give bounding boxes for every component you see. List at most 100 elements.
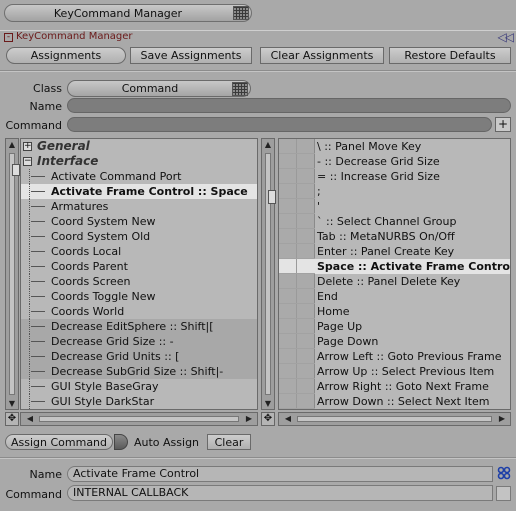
scroll-left-icon[interactable]: ◀ (24, 414, 36, 423)
scroll-up-icon[interactable]: ▲ (262, 140, 274, 149)
clear-button[interactable]: Clear (207, 434, 251, 450)
list-item[interactable]: GUI Style BaseGray (21, 379, 257, 394)
list-item-label: Activate Command Port (51, 170, 182, 183)
key-list-scrollbar[interactable]: ▲ ▼ (261, 138, 276, 410)
key-label: Page Down (317, 335, 379, 348)
tree-line (29, 169, 30, 184)
name-field[interactable] (67, 98, 511, 113)
list-item[interactable]: Decrease SubGrid Size :: Shift|- (21, 364, 257, 379)
key-label: ; (317, 185, 321, 198)
key-row[interactable]: Page Up (279, 319, 510, 334)
hscroll-track[interactable] (297, 416, 492, 422)
list-item-label: Activate Frame Control :: Space (51, 185, 248, 198)
key-cell (279, 334, 315, 349)
double-arrow-icon[interactable]: ◁◁ (498, 30, 515, 44)
list-item[interactable]: Coord System Old (21, 229, 257, 244)
scroll-down-icon[interactable]: ▼ (6, 399, 18, 408)
bottom-command-field[interactable]: INTERNAL CALLBACK (67, 485, 493, 501)
command-list-hscrollbar[interactable]: ◀ ▶ (20, 412, 258, 426)
command-list[interactable]: + General − Interface Activate Command Port A… (20, 138, 258, 410)
list-item-label: Coords Toggle New (51, 290, 156, 303)
clear-assignments-button[interactable]: Clear Assignments (260, 47, 384, 64)
scroll-track[interactable] (265, 153, 276, 395)
key-row[interactable]: = :: Increase Grid Size (279, 169, 510, 184)
list-item[interactable]: GUI Style DarkStar (21, 394, 257, 409)
tree-group[interactable]: + General (21, 139, 257, 154)
grid-icon[interactable] (232, 82, 248, 96)
key-label: - :: Decrease Grid Size (317, 155, 440, 168)
tree-line (29, 229, 30, 244)
scroll-down-icon[interactable]: ▼ (262, 399, 274, 408)
key-row[interactable]: Arrow Down :: Select Next Item (279, 394, 510, 409)
bottom-command-value: INTERNAL CALLBACK (73, 486, 189, 499)
key-row[interactable]: Space :: Activate Frame Control (279, 259, 510, 274)
scroll-right-icon[interactable]: ▶ (243, 414, 255, 423)
collapse-icon[interactable]: − (23, 157, 32, 166)
scroll-track[interactable] (9, 153, 20, 395)
key-row[interactable]: Tab :: MetaNURBS On/Off (279, 229, 510, 244)
move-icon[interactable]: ✥ (261, 412, 275, 426)
key-row[interactable]: ' (279, 199, 510, 214)
add-button[interactable]: + (495, 117, 511, 132)
command-browse-button[interactable] (496, 486, 511, 501)
scroll-thumb[interactable] (268, 190, 276, 204)
command-field[interactable] (67, 117, 492, 132)
scroll-thumb[interactable] (12, 164, 20, 176)
key-row[interactable]: \ :: Panel Move Key (279, 139, 510, 154)
list-item[interactable]: Activate Frame Control :: Space (21, 184, 257, 199)
assignments-button[interactable]: Assignments (6, 47, 126, 64)
command-list-scrollbar[interactable]: ▲ ▼ (5, 138, 20, 410)
tree-line (29, 184, 30, 199)
tree-group[interactable]: − Interface (21, 154, 257, 169)
list-item[interactable]: Coord System New (21, 214, 257, 229)
key-cell (279, 319, 315, 334)
list-item[interactable]: Decrease Grid Units :: [ (21, 349, 257, 364)
key-row[interactable]: Arrow Up :: Select Previous Item (279, 364, 510, 379)
hscroll-track[interactable] (39, 416, 239, 422)
save-assignments-button[interactable]: Save Assignments (130, 47, 252, 64)
restore-defaults-button[interactable]: Restore Defaults (389, 47, 511, 64)
command-label: Command (5, 119, 62, 132)
assign-command-button[interactable]: Assign Command (5, 434, 113, 450)
tree-branch (31, 401, 45, 402)
grid-icon[interactable] (233, 6, 249, 20)
key-row[interactable]: Enter :: Panel Create Key (279, 244, 510, 259)
list-item[interactable]: Coords Toggle New (21, 289, 257, 304)
list-item[interactable]: Coords World (21, 304, 257, 319)
auto-assign-toggle[interactable] (114, 434, 128, 450)
auto-assign-label: Auto Assign (134, 436, 200, 449)
bottom-name-value: Activate Frame Control (73, 467, 200, 480)
tree-line (29, 394, 30, 409)
tree-branch (31, 371, 45, 372)
key-list-hscrollbar[interactable]: ◀ ▶ (278, 412, 511, 426)
key-row[interactable]: Page Down (279, 334, 510, 349)
key-row[interactable]: - :: Decrease Grid Size (279, 154, 510, 169)
key-row[interactable]: ` :: Select Channel Group (279, 214, 510, 229)
list-item[interactable]: Decrease EditSphere :: Shift|[ (21, 319, 257, 334)
key-row[interactable]: Delete :: Panel Delete Key (279, 274, 510, 289)
bottom-name-field[interactable]: Activate Frame Control (67, 466, 493, 482)
key-row[interactable]: ; (279, 184, 510, 199)
scroll-up-icon[interactable]: ▲ (6, 140, 18, 149)
list-item[interactable]: Decrease Grid Size :: - (21, 334, 257, 349)
list-item[interactable]: Coords Parent (21, 259, 257, 274)
key-cell (279, 244, 315, 259)
class-dropdown[interactable]: Command (67, 80, 251, 97)
scroll-right-icon[interactable]: ▶ (496, 414, 508, 423)
list-item[interactable]: Coords Screen (21, 274, 257, 289)
key-list[interactable]: \ :: Panel Move Key - :: Decrease Grid Si… (278, 138, 511, 410)
keycommand-manager-button[interactable]: KeyCommand Manager (4, 4, 252, 22)
chain-link-icon[interactable] (496, 466, 511, 481)
key-row[interactable]: Home (279, 304, 510, 319)
tree-branch (31, 266, 45, 267)
list-item[interactable]: Armatures (21, 199, 257, 214)
key-row[interactable]: Arrow Left :: Goto Previous Frame (279, 349, 510, 364)
collapse-icon[interactable]: - (4, 33, 13, 42)
key-row[interactable]: End (279, 289, 510, 304)
move-icon[interactable]: ✥ (5, 412, 19, 426)
expand-icon[interactable]: + (23, 142, 32, 151)
list-item[interactable]: Activate Command Port (21, 169, 257, 184)
list-item[interactable]: Coords Local (21, 244, 257, 259)
scroll-left-icon[interactable]: ◀ (282, 414, 294, 423)
key-row[interactable]: Arrow Right :: Goto Next Frame (279, 379, 510, 394)
